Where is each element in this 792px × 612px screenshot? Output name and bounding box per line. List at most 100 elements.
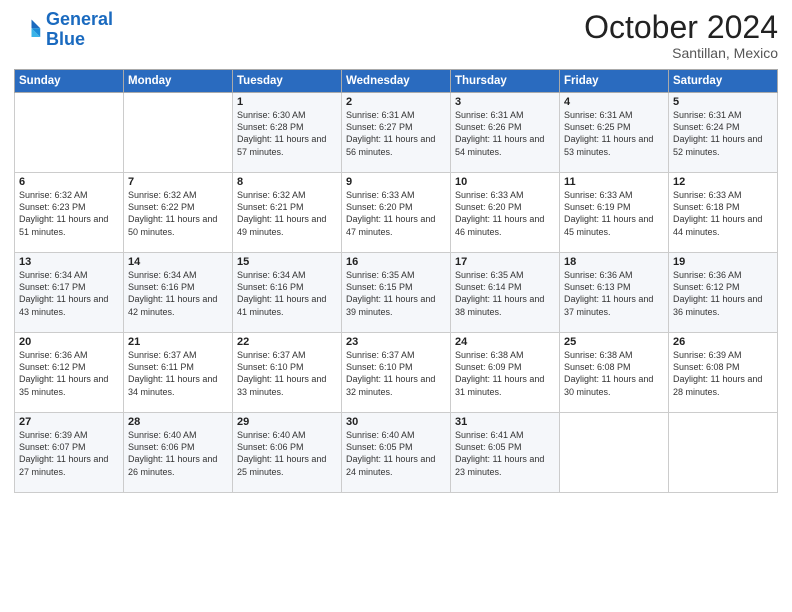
header: General Blue October 2024 Santillan, Mex… (14, 10, 778, 61)
month-title: October 2024 (584, 10, 778, 45)
cell-text: Sunrise: 6:31 AMSunset: 6:27 PMDaylight:… (346, 110, 435, 156)
calendar-cell (560, 413, 669, 493)
calendar-cell: 4Sunrise: 6:31 AMSunset: 6:25 PMDaylight… (560, 93, 669, 173)
header-day: Sunday (15, 70, 124, 93)
calendar-row: 13 Sunrise: 6:34 AMSunset: 6:17 PMDayligh… (15, 253, 778, 333)
day-number: 7 (128, 176, 228, 188)
day-number: 19 (673, 256, 773, 268)
day-number: 18 (564, 256, 664, 268)
cell-text: Sunrise: 6:39 AMSunset: 6:08 PMDaylight:… (673, 350, 762, 396)
calendar-cell: 6Sunrise: 6:32 AMSunset: 6:23 PMDaylight… (15, 173, 124, 253)
day-number: 25 (564, 336, 664, 348)
day-number: 20 (19, 336, 119, 348)
day-number: 16 (346, 256, 446, 268)
calendar-cell (124, 93, 233, 173)
day-number: 23 (346, 336, 446, 348)
day-number: 12 (673, 176, 773, 188)
calendar-cell: 2 Sunrise: 6:31 AMSunset: 6:27 PMDaylight… (342, 93, 451, 173)
day-number: 5 (673, 96, 773, 108)
cell-text: Sunrise: 6:31 AMSunset: 6:24 PMDaylight:… (673, 110, 762, 156)
calendar-cell: 17 Sunrise: 6:35 AMSunset: 6:14 PMDayligh… (451, 253, 560, 333)
day-number: 9 (346, 176, 446, 188)
calendar-cell: 30Sunrise: 6:40 AMSunset: 6:05 PMDayligh… (342, 413, 451, 493)
calendar-cell: 26Sunrise: 6:39 AMSunset: 6:08 PMDayligh… (669, 333, 778, 413)
header-day: Thursday (451, 70, 560, 93)
cell-text: Sunrise: 6:39 AMSunset: 6:07 PMDaylight:… (19, 430, 108, 476)
header-row: SundayMondayTuesdayWednesdayThursdayFrid… (15, 70, 778, 93)
cell-text: Sunrise: 6:34 AMSunset: 6:16 PMDaylight:… (128, 270, 217, 316)
calendar-cell: 21Sunrise: 6:37 AMSunset: 6:11 PMDayligh… (124, 333, 233, 413)
cell-text: Sunrise: 6:31 AMSunset: 6:25 PMDaylight:… (564, 110, 653, 156)
day-number: 14 (128, 256, 228, 268)
day-number: 3 (455, 96, 555, 108)
cell-text: Sunrise: 6:34 AMSunset: 6:17 PMDaylight:… (19, 270, 108, 316)
cell-text: Sunrise: 6:40 AMSunset: 6:06 PMDaylight:… (128, 430, 217, 476)
day-number: 24 (455, 336, 555, 348)
calendar-row: 1 Sunrise: 6:30 AMSunset: 6:28 PMDaylight… (15, 93, 778, 173)
calendar-cell: 15Sunrise: 6:34 AMSunset: 6:16 PMDayligh… (233, 253, 342, 333)
cell-text: Sunrise: 6:40 AMSunset: 6:05 PMDaylight:… (346, 430, 435, 476)
calendar-cell: 22 Sunrise: 6:37 AMSunset: 6:10 PMDayligh… (233, 333, 342, 413)
cell-text: Sunrise: 6:35 AMSunset: 6:14 PMDaylight:… (455, 270, 544, 316)
day-number: 11 (564, 176, 664, 188)
header-day: Tuesday (233, 70, 342, 93)
day-number: 21 (128, 336, 228, 348)
calendar-cell: 11Sunrise: 6:33 AMSunset: 6:19 PMDayligh… (560, 173, 669, 253)
title-area: October 2024 Santillan, Mexico (584, 10, 778, 61)
cell-text: Sunrise: 6:32 AMSunset: 6:21 PMDaylight:… (237, 190, 326, 236)
day-number: 2 (346, 96, 446, 108)
cell-text: Sunrise: 6:37 AMSunset: 6:10 PMDaylight:… (237, 350, 326, 396)
calendar-row: 6Sunrise: 6:32 AMSunset: 6:23 PMDaylight… (15, 173, 778, 253)
calendar-cell: 3Sunrise: 6:31 AMSunset: 6:26 PMDaylight… (451, 93, 560, 173)
calendar-cell (15, 93, 124, 173)
page: General Blue October 2024 Santillan, Mex… (0, 0, 792, 612)
day-number: 31 (455, 416, 555, 428)
calendar-cell: 16 Sunrise: 6:35 AMSunset: 6:15 PMDayligh… (342, 253, 451, 333)
logo-line1: General (46, 9, 113, 29)
cell-text: Sunrise: 6:41 AMSunset: 6:05 PMDaylight:… (455, 430, 544, 476)
cell-text: Sunrise: 6:38 AMSunset: 6:08 PMDaylight:… (564, 350, 653, 396)
cell-text: Sunrise: 6:36 AMSunset: 6:13 PMDaylight:… (564, 270, 653, 316)
calendar-table: SundayMondayTuesdayWednesdayThursdayFrid… (14, 69, 778, 493)
cell-text: Sunrise: 6:36 AMSunset: 6:12 PMDaylight:… (19, 350, 108, 396)
cell-text: Sunrise: 6:35 AMSunset: 6:15 PMDaylight:… (346, 270, 435, 316)
calendar-cell: 18 Sunrise: 6:36 AMSunset: 6:13 PMDayligh… (560, 253, 669, 333)
logo-icon (14, 16, 42, 44)
cell-text: Sunrise: 6:30 AMSunset: 6:28 PMDaylight:… (237, 110, 326, 156)
cell-text: Sunrise: 6:40 AMSunset: 6:06 PMDaylight:… (237, 430, 326, 476)
calendar-cell: 24 Sunrise: 6:38 AMSunset: 6:09 PMDayligh… (451, 333, 560, 413)
calendar-cell: 20 Sunrise: 6:36 AMSunset: 6:12 PMDayligh… (15, 333, 124, 413)
cell-text: Sunrise: 6:32 AMSunset: 6:23 PMDaylight:… (19, 190, 108, 236)
calendar-row: 20 Sunrise: 6:36 AMSunset: 6:12 PMDayligh… (15, 333, 778, 413)
calendar-cell: 19 Sunrise: 6:36 AMSunset: 6:12 PMDayligh… (669, 253, 778, 333)
day-number: 28 (128, 416, 228, 428)
cell-text: Sunrise: 6:33 AMSunset: 6:20 PMDaylight:… (455, 190, 544, 236)
calendar-cell: 14 Sunrise: 6:34 AMSunset: 6:16 PMDayligh… (124, 253, 233, 333)
day-number: 10 (455, 176, 555, 188)
logo: General Blue (14, 10, 113, 50)
calendar-cell: 25 Sunrise: 6:38 AMSunset: 6:08 PMDayligh… (560, 333, 669, 413)
day-number: 13 (19, 256, 119, 268)
subtitle: Santillan, Mexico (584, 45, 778, 61)
header-day: Wednesday (342, 70, 451, 93)
day-number: 27 (19, 416, 119, 428)
calendar-cell: 9Sunrise: 6:33 AMSunset: 6:20 PMDaylight… (342, 173, 451, 253)
calendar-cell: 10 Sunrise: 6:33 AMSunset: 6:20 PMDayligh… (451, 173, 560, 253)
header-day: Monday (124, 70, 233, 93)
cell-text: Sunrise: 6:36 AMSunset: 6:12 PMDaylight:… (673, 270, 762, 316)
calendar-cell (669, 413, 778, 493)
header-day: Saturday (669, 70, 778, 93)
day-number: 22 (237, 336, 337, 348)
day-number: 1 (237, 96, 337, 108)
calendar-cell: 28 Sunrise: 6:40 AMSunset: 6:06 PMDayligh… (124, 413, 233, 493)
calendar-cell: 8 Sunrise: 6:32 AMSunset: 6:21 PMDaylight… (233, 173, 342, 253)
calendar-cell: 5 Sunrise: 6:31 AMSunset: 6:24 PMDaylight… (669, 93, 778, 173)
day-number: 8 (237, 176, 337, 188)
logo-text: General Blue (46, 10, 113, 50)
calendar-row: 27 Sunrise: 6:39 AMSunset: 6:07 PMDayligh… (15, 413, 778, 493)
calendar-cell: 31 Sunrise: 6:41 AMSunset: 6:05 PMDayligh… (451, 413, 560, 493)
calendar-cell: 13 Sunrise: 6:34 AMSunset: 6:17 PMDayligh… (15, 253, 124, 333)
day-number: 17 (455, 256, 555, 268)
calendar-cell: 12Sunrise: 6:33 AMSunset: 6:18 PMDayligh… (669, 173, 778, 253)
cell-text: Sunrise: 6:38 AMSunset: 6:09 PMDaylight:… (455, 350, 544, 396)
